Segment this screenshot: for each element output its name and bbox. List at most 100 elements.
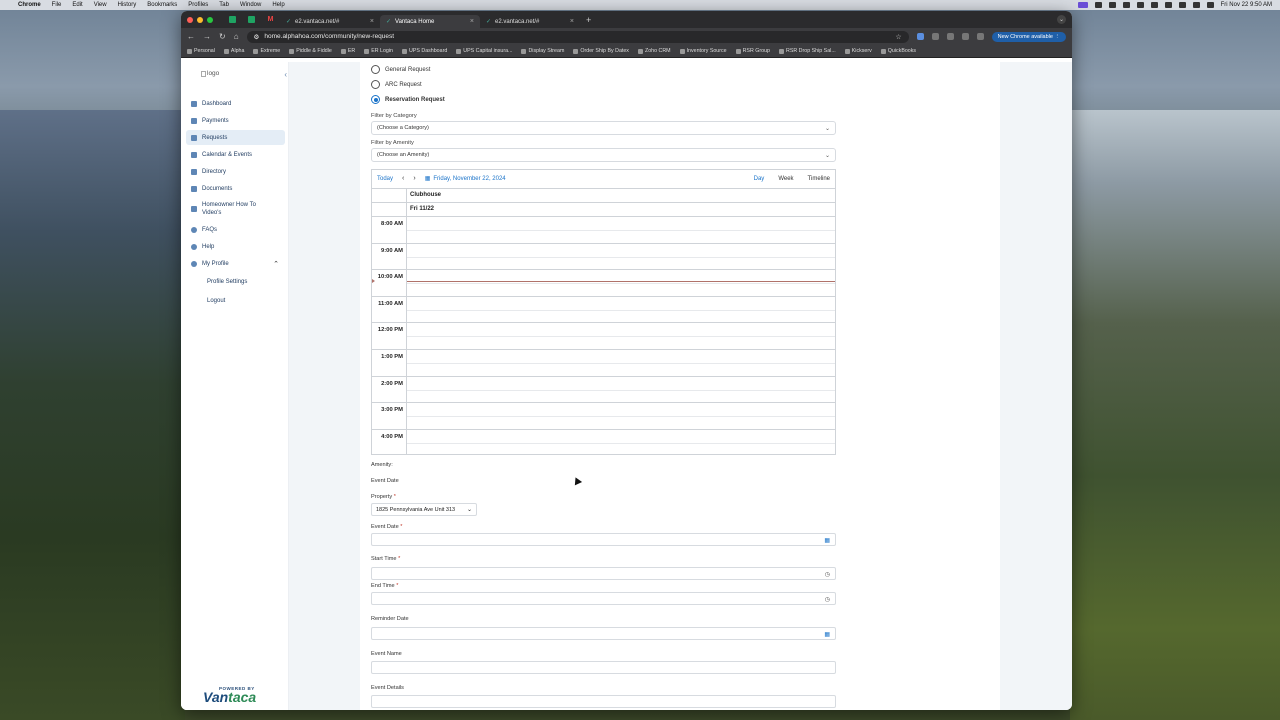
screen-record-icon[interactable] xyxy=(1077,2,1088,8)
sidebar-item-help[interactable]: Help xyxy=(186,239,285,254)
bookmark-star-icon[interactable]: ☆ xyxy=(895,33,901,41)
property-select[interactable]: 1825 Pennsylvania Ave Unit 313 ⌄ xyxy=(371,503,477,516)
reminder-date-input[interactable]: ▦ xyxy=(371,627,836,640)
filter-category-select[interactable]: (Choose a Category) ⌄ xyxy=(371,121,836,135)
bookmark-item[interactable]: ER xyxy=(340,48,355,54)
radio-arc-request[interactable]: ARC Request xyxy=(371,77,836,92)
sidebar-item-documents[interactable]: Documents xyxy=(186,181,285,196)
clock-icon[interactable]: ◷ xyxy=(825,596,830,603)
bookmark-item[interactable]: Piddle & Fiddle xyxy=(289,48,332,54)
calendar-icon[interactable]: ▦ xyxy=(824,631,830,638)
menu-history[interactable]: History xyxy=(118,2,137,8)
address-bar[interactable]: ⚙ home.alphahoa.com/community/new-reques… xyxy=(246,30,909,43)
sidepanel-icon[interactable] xyxy=(961,33,969,40)
extension-icon[interactable] xyxy=(916,33,924,40)
radio-button-selected[interactable] xyxy=(371,95,380,104)
radio-button[interactable] xyxy=(371,80,380,89)
event-details-input[interactable] xyxy=(371,695,836,708)
event-date-input[interactable]: ▦ xyxy=(371,533,836,546)
pinned-tab-gmail[interactable]: M xyxy=(261,13,280,26)
minimize-window-button[interactable] xyxy=(197,16,203,23)
bookmark-item[interactable]: RSR Group xyxy=(735,48,770,54)
sidebar-subitem-logout[interactable]: Logout xyxy=(186,292,285,309)
time-slot[interactable] xyxy=(407,403,835,429)
menu-bookmarks[interactable]: Bookmarks xyxy=(147,2,177,8)
new-tab-button[interactable]: + xyxy=(586,15,591,25)
browser-tab-active[interactable]: ✓ Vantaca Home × xyxy=(380,15,480,28)
radio-button[interactable] xyxy=(371,65,380,74)
bookmark-item[interactable]: Alpha xyxy=(223,48,244,54)
menu-view[interactable]: View xyxy=(94,2,107,8)
sidebar-item-my-profile[interactable]: My Profile ⌃ xyxy=(186,256,285,271)
wifi-icon[interactable] xyxy=(1178,2,1186,8)
today-button[interactable]: Today xyxy=(377,176,393,182)
bookmark-item[interactable]: Kickserv xyxy=(844,48,872,54)
pinned-tab-sheets[interactable] xyxy=(242,13,261,26)
bookmark-item[interactable]: RSR Drop Ship Sal... xyxy=(779,48,836,54)
status-icon[interactable] xyxy=(1108,2,1116,8)
next-day-icon[interactable]: › xyxy=(413,175,415,182)
filter-amenity-select[interactable]: (Choose an Amenity) ⌄ xyxy=(371,148,836,162)
sidebar-item-payments[interactable]: Payments xyxy=(186,113,285,128)
radio-reservation-request[interactable]: Reservation Request xyxy=(371,92,836,107)
sidebar-item-dashboard[interactable]: Dashboard xyxy=(186,96,285,111)
fullscreen-window-button[interactable] xyxy=(207,16,213,23)
battery-icon[interactable] xyxy=(1164,2,1172,8)
radio-general-request[interactable]: General Request xyxy=(371,62,836,77)
menu-help[interactable]: Help xyxy=(272,2,284,8)
sidebar-subitem-profile-settings[interactable]: Profile Settings xyxy=(186,273,285,290)
prev-day-icon[interactable]: ‹ xyxy=(402,175,404,182)
close-tab-icon[interactable]: × xyxy=(370,18,374,25)
profile-avatar-icon[interactable] xyxy=(976,33,984,40)
time-slot[interactable] xyxy=(407,297,835,323)
clock-icon[interactable]: ◷ xyxy=(825,571,830,578)
pinned-tab-sheets[interactable] xyxy=(223,13,242,26)
chevron-up-icon[interactable]: ⌃ xyxy=(273,260,279,268)
close-tab-icon[interactable]: × xyxy=(470,18,474,25)
date-picker-button[interactable]: ▦ Friday, November 22, 2024 xyxy=(425,175,506,183)
start-time-input[interactable]: ◷ xyxy=(371,567,836,580)
sidebar-item-faqs[interactable]: FAQs xyxy=(186,222,285,237)
status-icon[interactable] xyxy=(1094,2,1102,8)
status-icon[interactable] xyxy=(1122,2,1130,8)
bookmark-item[interactable]: ER Login xyxy=(364,48,393,54)
sidebar-item-directory[interactable]: Directory xyxy=(186,164,285,179)
time-slot[interactable] xyxy=(407,430,835,456)
browser-tab[interactable]: ✓ e2.vantaca.net/# × xyxy=(280,15,380,28)
close-window-button[interactable] xyxy=(187,16,193,23)
logo[interactable]: logo xyxy=(201,70,219,77)
bookmark-item[interactable]: Zoho CRM xyxy=(637,48,671,54)
new-chrome-available-button[interactable]: New Chrome available ⋮ xyxy=(991,31,1066,42)
sidebar-item-requests[interactable]: Requests xyxy=(186,130,285,145)
control-center-icon[interactable] xyxy=(1206,2,1214,8)
bookmark-item[interactable]: Inventory Source xyxy=(679,48,727,54)
menu-window[interactable]: Window xyxy=(240,2,261,8)
bookmark-item[interactable]: Display Stream xyxy=(521,48,564,54)
extension-icon[interactable] xyxy=(931,33,939,40)
bookmark-item[interactable]: Extreme xyxy=(253,48,280,54)
sidebar-item-calendar-events[interactable]: Calendar & Events xyxy=(186,147,285,162)
sidebar-item-videos[interactable]: Homeowner How To Video's xyxy=(186,198,285,220)
tab-search-button[interactable]: ⌄ xyxy=(1057,15,1066,24)
view-day-button[interactable]: Day xyxy=(754,176,765,182)
menu-app-name[interactable]: Chrome xyxy=(18,2,41,8)
time-slot[interactable] xyxy=(407,244,835,270)
menu-edit[interactable]: Edit xyxy=(72,2,82,8)
time-slot[interactable] xyxy=(407,270,835,296)
back-icon[interactable]: ← xyxy=(187,32,195,41)
time-slot[interactable] xyxy=(407,323,835,349)
time-slot[interactable] xyxy=(407,350,835,376)
close-tab-icon[interactable]: × xyxy=(570,18,574,25)
forward-icon[interactable]: → xyxy=(203,32,211,41)
bookmark-item[interactable]: QuickBooks xyxy=(880,48,916,54)
bookmark-item[interactable]: Personal xyxy=(187,48,215,54)
event-name-input[interactable] xyxy=(371,661,836,674)
view-timeline-button[interactable]: Timeline xyxy=(808,176,830,182)
status-icon[interactable] xyxy=(1150,2,1158,8)
time-slot[interactable] xyxy=(407,217,835,243)
bookmark-item[interactable]: UPS Dashboard xyxy=(402,48,447,54)
time-slot[interactable] xyxy=(407,377,835,403)
bookmark-item[interactable]: UPS Capital insura... xyxy=(456,48,512,54)
browser-tab[interactable]: ✓ e2.vantaca.net/# × xyxy=(480,15,580,28)
extensions-puzzle-icon[interactable] xyxy=(946,33,954,40)
